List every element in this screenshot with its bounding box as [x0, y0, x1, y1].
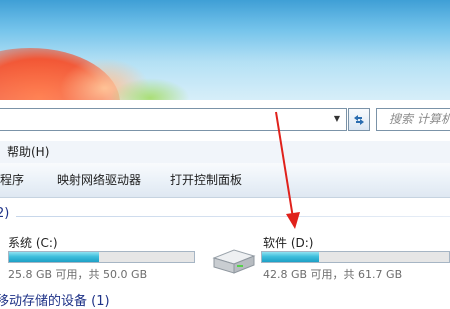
drive-c-name: 系统 (C:)	[8, 236, 58, 250]
drive-c-usage-fill	[9, 252, 99, 262]
search-placeholder: 搜索 计算机	[389, 112, 450, 126]
uninstall-program-button[interactable]: 程序	[0, 172, 24, 188]
menu-item-help[interactable]: 帮助(H)	[7, 144, 49, 160]
search-input[interactable]: 搜索 计算机	[376, 108, 450, 131]
refresh-button[interactable]	[348, 108, 370, 131]
drive-d-free-space: 42.8 GB 可用，共 61.7 GB	[263, 268, 403, 281]
open-control-panel-button[interactable]: 打开控制面板	[170, 172, 242, 188]
address-bar[interactable]: ▼	[0, 108, 347, 131]
drive-list: 2) 系统 (C:) 25.8 GB 可用，共 50.0 GB 软件 (D:) …	[0, 198, 450, 309]
map-network-drive-button[interactable]: 映射网络驱动器	[57, 172, 141, 188]
hard-drive-icon	[212, 249, 256, 274]
menu-bar: 帮助(H)	[0, 141, 450, 164]
command-bar: 程序 映射网络驱动器 打开控制面板	[0, 163, 450, 198]
drive-d-name: 软件 (D:)	[263, 236, 314, 250]
aero-glass	[0, 0, 450, 100]
hard-drives-group-header[interactable]: 2)	[0, 206, 9, 221]
window-titlebar	[0, 0, 450, 100]
drive-c-free-space: 25.8 GB 可用，共 50.0 GB	[8, 268, 148, 281]
drive-c-usage-bar	[8, 251, 195, 263]
chevron-down-icon[interactable]: ▼	[332, 114, 342, 124]
group-divider	[16, 216, 450, 217]
drive-d-usage-fill	[262, 252, 320, 262]
refresh-icon	[354, 114, 364, 125]
drive-d-usage-bar	[261, 251, 450, 263]
